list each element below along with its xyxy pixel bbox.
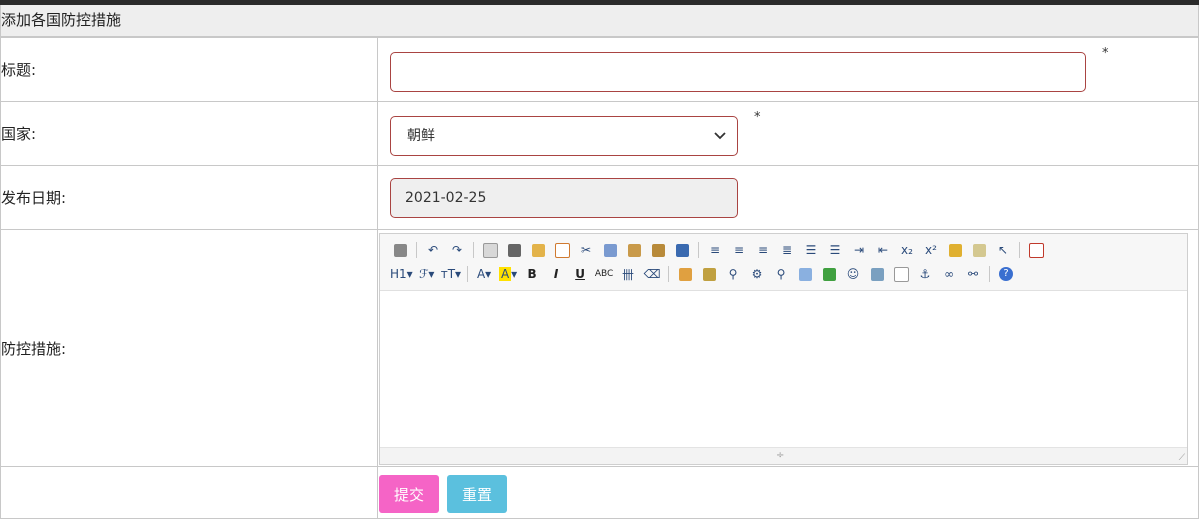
panel-title: 添加各国防控措施 bbox=[0, 5, 1199, 37]
subscript-icon[interactable]: x₂ bbox=[897, 240, 917, 260]
country-selected-value: 朝鲜 bbox=[407, 128, 435, 144]
country-label: 国家: bbox=[0, 101, 378, 166]
date-cell bbox=[377, 165, 1199, 230]
paste-icon[interactable] bbox=[624, 240, 644, 260]
actions-label-cell bbox=[0, 466, 378, 519]
insert-col-icon[interactable] bbox=[699, 264, 719, 284]
heading-dropdown[interactable]: H1 ▾ bbox=[390, 264, 413, 284]
align-left-icon[interactable]: ≡ bbox=[705, 240, 725, 260]
justify-icon[interactable]: ≣ bbox=[777, 240, 797, 260]
redo-icon[interactable]: ↷ bbox=[447, 240, 467, 260]
unlink-icon[interactable]: ⚯ bbox=[963, 264, 983, 284]
paste-plain-icon[interactable] bbox=[648, 240, 668, 260]
highlight-color-button[interactable]: A ▾ bbox=[498, 264, 518, 284]
chain-link-icon[interactable]: ∞ bbox=[939, 264, 959, 284]
link-icon[interactable]: ⚲ bbox=[723, 264, 743, 284]
bold-button[interactable]: B bbox=[522, 264, 542, 284]
reset-button[interactable]: 重置 bbox=[447, 475, 508, 513]
anchor-icon[interactable]: ⚓ bbox=[915, 264, 935, 284]
table-icon[interactable] bbox=[795, 264, 815, 284]
measures-label: 防控措施: bbox=[0, 229, 378, 467]
page-break-icon[interactable] bbox=[891, 264, 911, 284]
ordered-list-icon[interactable]: ☰ bbox=[801, 240, 821, 260]
fullscreen-icon[interactable] bbox=[1026, 240, 1046, 260]
code-icon[interactable] bbox=[552, 240, 572, 260]
line-height-button[interactable]: 卌 bbox=[618, 264, 638, 284]
align-center-icon[interactable]: ≡ bbox=[729, 240, 749, 260]
pointer-icon[interactable]: ↖ bbox=[993, 240, 1013, 260]
preview-icon[interactable] bbox=[480, 240, 500, 260]
copy-icon[interactable] bbox=[600, 240, 620, 260]
actions-cell: 提交 重置 bbox=[377, 466, 1199, 519]
select-all-icon[interactable] bbox=[969, 240, 989, 260]
emoticon-icon[interactable]: ☺ bbox=[843, 264, 863, 284]
align-right-icon[interactable]: ≡ bbox=[753, 240, 773, 260]
indent-icon[interactable]: ⇥ bbox=[849, 240, 869, 260]
submit-button[interactable]: 提交 bbox=[379, 475, 440, 513]
undo-icon[interactable]: ↶ bbox=[423, 240, 443, 260]
superscript-icon[interactable]: x² bbox=[921, 240, 941, 260]
editor-content-area[interactable] bbox=[380, 291, 1187, 449]
cut-icon[interactable]: ✂ bbox=[576, 240, 596, 260]
hr-icon[interactable] bbox=[819, 264, 839, 284]
template-icon[interactable] bbox=[528, 240, 548, 260]
eraser-icon[interactable]: ⌫ bbox=[642, 264, 662, 284]
strikethrough-button[interactable]: ABC bbox=[594, 264, 614, 284]
underline-button[interactable]: U bbox=[570, 264, 590, 284]
title-input[interactable] bbox=[390, 52, 1086, 92]
required-mark: * bbox=[754, 110, 761, 125]
form-table: 标题: * 国家: 朝鲜 * 发布日期: 防控措施: bbox=[0, 37, 1199, 519]
title-cell: * bbox=[377, 37, 1199, 102]
source-icon[interactable] bbox=[390, 240, 410, 260]
country-select[interactable]: 朝鲜 bbox=[390, 116, 738, 156]
editor-toolbar: ↶ ↷ ✂ ≡ ≡ ≡ ≣ ☰ ☰ ⇥ ⇤ x₂ x² ↖ H1 ▾ ℱ ▾ ᴛ… bbox=[380, 234, 1187, 291]
resize-handle-icon[interactable]: ÷ bbox=[776, 450, 784, 461]
editor-statusbar: ÷ ⟋ bbox=[380, 447, 1187, 464]
date-label: 发布日期: bbox=[0, 165, 378, 230]
country-cell: 朝鲜 * bbox=[377, 101, 1199, 166]
toolbar-row-2: H1 ▾ ℱ ▾ ᴛT ▾ A ▾ A ▾ B I U ABC 卌 ⌫ ⚲ ⚙ … bbox=[390, 263, 1020, 285]
italic-button[interactable]: I bbox=[546, 264, 566, 284]
required-mark: * bbox=[1102, 46, 1109, 61]
rich-text-editor: ↶ ↷ ✂ ≡ ≡ ≡ ≣ ☰ ☰ ⇥ ⇤ x₂ x² ↖ H1 ▾ ℱ ▾ ᴛ… bbox=[379, 233, 1188, 465]
font-family-dropdown[interactable]: ℱ ▾ bbox=[417, 264, 437, 284]
paste-word-icon[interactable] bbox=[672, 240, 692, 260]
font-color-button[interactable]: A ▾ bbox=[474, 264, 494, 284]
toolbar-row-1: ↶ ↷ ✂ ≡ ≡ ≡ ≣ ☰ ☰ ⇥ ⇤ x₂ x² ↖ bbox=[390, 239, 1050, 261]
title-label: 标题: bbox=[0, 37, 378, 102]
insert-row-icon[interactable] bbox=[675, 264, 695, 284]
corner-grip-icon[interactable]: ⟋ bbox=[1179, 453, 1185, 463]
outdent-icon[interactable]: ⇤ bbox=[873, 240, 893, 260]
help-icon[interactable]: ? bbox=[996, 264, 1016, 284]
flash-icon[interactable]: ⚙ bbox=[747, 264, 767, 284]
measures-cell: ↶ ↷ ✂ ≡ ≡ ≡ ≣ ☰ ☰ ⇥ ⇤ x₂ x² ↖ H1 ▾ ℱ ▾ ᴛ… bbox=[377, 229, 1199, 467]
print-icon[interactable] bbox=[504, 240, 524, 260]
attachment-icon[interactable]: ⚲ bbox=[771, 264, 791, 284]
chevron-down-icon bbox=[713, 117, 727, 155]
image-icon[interactable] bbox=[867, 264, 887, 284]
date-input[interactable] bbox=[390, 178, 738, 218]
clear-format-icon[interactable] bbox=[945, 240, 965, 260]
unordered-list-icon[interactable]: ☰ bbox=[825, 240, 845, 260]
font-size-dropdown[interactable]: ᴛT ▾ bbox=[441, 264, 461, 284]
